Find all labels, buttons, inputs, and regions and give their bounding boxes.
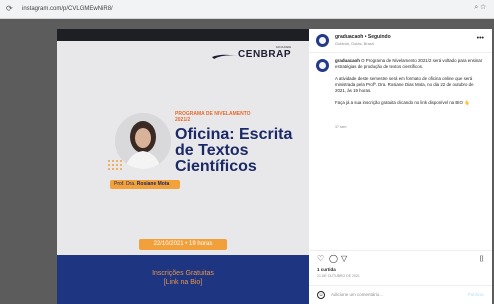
registration-text: Inscrições Gratuitas	[152, 270, 214, 277]
post-image: FACULDADE CENBRAP PROGRAMA DE NIVELAMENT…	[57, 29, 309, 304]
post-date: 21 DE OUTUBRO DE 2021	[317, 274, 360, 278]
workshop-title: Oficina: Escrita de Textos Científicos	[175, 126, 293, 175]
publish-button[interactable]: Publicar	[468, 291, 484, 299]
url-bar[interactable]: instagram.com/p/CVLGMEwNiR8/	[22, 4, 113, 14]
comment-input[interactable]: Adicione um comentário...	[331, 291, 451, 299]
avatar[interactable]	[316, 34, 329, 47]
program-title: PROGRAMA DE NIVELAMENTO 2021/2	[175, 111, 251, 123]
post-caption: graduacaoh O Programa de Nivelamento 202…	[335, 58, 485, 112]
caption-username[interactable]: graduacaoh	[335, 58, 360, 63]
caption-avatar[interactable]	[316, 59, 329, 72]
date-badge: 22/10/2021 • 19 horas	[139, 239, 227, 250]
more-options-icon[interactable]: •••	[477, 35, 484, 42]
account-name[interactable]: graduacaoh • Seguindo	[335, 34, 391, 40]
caption-time: 37 sem	[335, 125, 347, 129]
footer-band: Inscrições Gratuitas [Link na Bio]	[57, 255, 309, 304]
reload-icon[interactable]: ⟳	[6, 4, 13, 14]
post-actions: ♡ ◯ ▽ ⌷	[309, 250, 492, 264]
comment-box: ☺ Adicione um comentário... Publicar	[309, 285, 492, 304]
share-icon[interactable]: ▽	[341, 255, 347, 263]
caption-paragraph-3: Faça já a sua inscrição gratuita clicand…	[335, 100, 470, 105]
decorative-dots-icon	[108, 160, 122, 170]
image-top-bar	[57, 29, 309, 41]
speaker-prefix: Prof. Dra.	[114, 181, 136, 187]
comment-icon[interactable]: ◯	[329, 255, 338, 263]
logo-name: CENBRAP	[238, 49, 291, 60]
location-label[interactable]: Goiânia, Goiás, Brasil	[335, 41, 374, 46]
url-actions-icon[interactable]: ⌕ ☆	[474, 4, 486, 12]
browser-chrome: ⟳ instagram.com/p/CVLGMEwNiR8/ ⌕ ☆	[0, 0, 494, 19]
post-sidebar: graduacaoh • Seguindo Goiânia, Goiás, Br…	[309, 29, 492, 304]
speaker-label: Prof. Dra. Rosiane Mota	[110, 180, 180, 189]
bio-link-text: [Link na Bio]	[163, 279, 203, 286]
caption-paragraph-2: A atividade deste semestre será em forma…	[335, 76, 474, 93]
like-icon[interactable]: ♡	[317, 255, 324, 263]
post-header: graduacaoh • Seguindo Goiânia, Goiás, Br…	[309, 29, 492, 53]
speaker-name: Rosiane Mota	[136, 181, 170, 187]
likes-count[interactable]: 1 curtida	[317, 267, 336, 272]
cenbrap-logo-icon	[212, 54, 238, 59]
save-icon[interactable]: ⌷	[479, 255, 484, 263]
emoji-icon[interactable]: ☺	[317, 291, 325, 299]
